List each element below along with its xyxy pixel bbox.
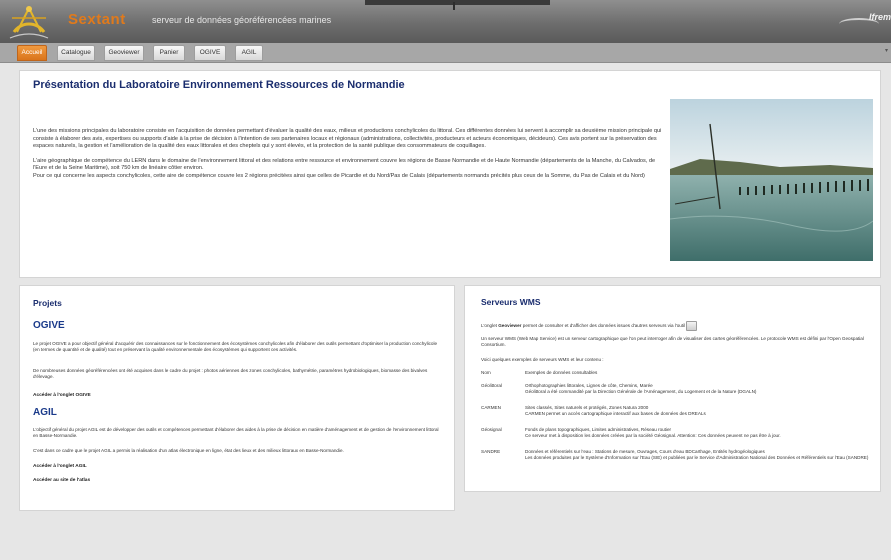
app-header: Sextant serveur de données géoréférencée…: [0, 0, 891, 43]
server-layers: Données et référentiels sur l'eau : Stat…: [525, 449, 765, 454]
wms-intro-geoviewer: Geoviewer: [498, 323, 522, 329]
projets-panel: Projets OGIVE Le projet OGIVE a pour obj…: [19, 285, 455, 511]
server-name: Géosignal: [481, 427, 502, 432]
table-header-examples: Exemples de données consultables: [525, 370, 598, 375]
sextant-logo-icon[interactable]: [8, 2, 50, 42]
server-note: CARMEN permet un accès cartographique in…: [525, 411, 706, 417]
presentation-paragraph: L'une des missions principales du labora…: [33, 128, 662, 150]
agil-description: L'objectif général du projet AGIL est de…: [33, 427, 439, 439]
table-header-name: Nom: [481, 370, 491, 375]
wms-examples-intro: Voici quelques exemples de serveurs WMS …: [481, 357, 604, 362]
ogive-tab-link[interactable]: Accéder à l'onglet OGIVE: [33, 393, 91, 398]
geoviewer-tool-icon[interactable]: [686, 321, 698, 331]
main-tab-bar: Accueil Catalogue Geoviewer Panier OGIVE…: [0, 43, 891, 63]
server-name: CARMEN: [481, 405, 501, 410]
coastal-photo: [670, 99, 873, 261]
server-layers: Sites classés, Sites naturels et protégé…: [525, 405, 649, 410]
header-decoration: [365, 0, 550, 10]
tabbar-corner-icon: ▾: [884, 48, 888, 54]
ogive-description: Le projet OGIVE a pour objectif général …: [33, 341, 438, 353]
wms-intro-pre: L'onglet: [481, 323, 497, 329]
presentation-panel: Présentation du Laboratoire Environnemen…: [19, 70, 881, 278]
agil-title: AGIL: [33, 407, 57, 418]
wms-intro: L'onglet Geoviewer permet de consulter e…: [481, 321, 871, 331]
server-content: Orthophotographies littorales, Lignes de…: [525, 383, 875, 395]
presentation-paragraph: Pour ce qui concerne les aspects conchyl…: [33, 172, 645, 179]
server-note: Géolittoral a été commandité par la Dire…: [525, 389, 757, 395]
presentation-paragraph: L'aire géographique de compétence du LER…: [33, 157, 656, 172]
tab-accueil[interactable]: Accueil: [17, 45, 47, 61]
server-name: SANDRE: [481, 449, 501, 454]
server-note: Ce serveur met à disposition les données…: [525, 433, 781, 439]
wms-intro-post: permet de consulter et d'afficher des do…: [522, 323, 686, 329]
projets-heading: Projets: [33, 298, 62, 308]
server-note: Les données produites par le Système d'I…: [525, 455, 869, 461]
server-layers: Orthophotographies littorales, Lignes de…: [525, 383, 653, 388]
agil-tab-link[interactable]: Accéder à l'onglet AGIL: [33, 464, 87, 469]
server-content: Sites classés, Sites naturels et protégé…: [525, 405, 875, 417]
wms-heading: Serveurs WMS: [481, 297, 541, 307]
tab-catalogue[interactable]: Catalogue: [57, 45, 95, 61]
tab-geoviewer[interactable]: Geoviewer: [104, 45, 144, 61]
ogive-data-description: De nombreuses données géoréférencées ont…: [33, 368, 428, 380]
server-layers: Fonds de plans topographiques, Limites a…: [525, 427, 672, 432]
tab-agil[interactable]: AGIL: [235, 45, 263, 61]
partner-logo-text[interactable]: Ifrem: [869, 12, 891, 22]
atlas-site-link[interactable]: Accéder au site de l'atlas: [33, 478, 90, 483]
tab-panier[interactable]: Panier: [153, 45, 185, 61]
wms-panel: Serveurs WMS L'onglet Geoviewer permet d…: [464, 285, 881, 492]
wms-definition: Un serveur WMS (Web Map Service) est un …: [481, 336, 864, 348]
presentation-text: L'une des missions principales du labora…: [33, 128, 663, 188]
tab-ogive[interactable]: OGIVE: [194, 45, 226, 61]
server-content: Fonds de plans topographiques, Limites a…: [525, 427, 875, 439]
brand-tagline: serveur de données géoréférencées marine…: [152, 15, 332, 25]
ogive-title: OGIVE: [33, 320, 65, 331]
server-name: Géolittoral: [481, 383, 502, 388]
brand-name: Sextant: [68, 11, 126, 28]
agil-atlas-description: C'est dans ce cadre que le projet AGIL a…: [33, 448, 344, 453]
server-content: Données et référentiels sur l'eau : Stat…: [525, 449, 875, 461]
presentation-title: Présentation du Laboratoire Environnemen…: [33, 79, 405, 91]
